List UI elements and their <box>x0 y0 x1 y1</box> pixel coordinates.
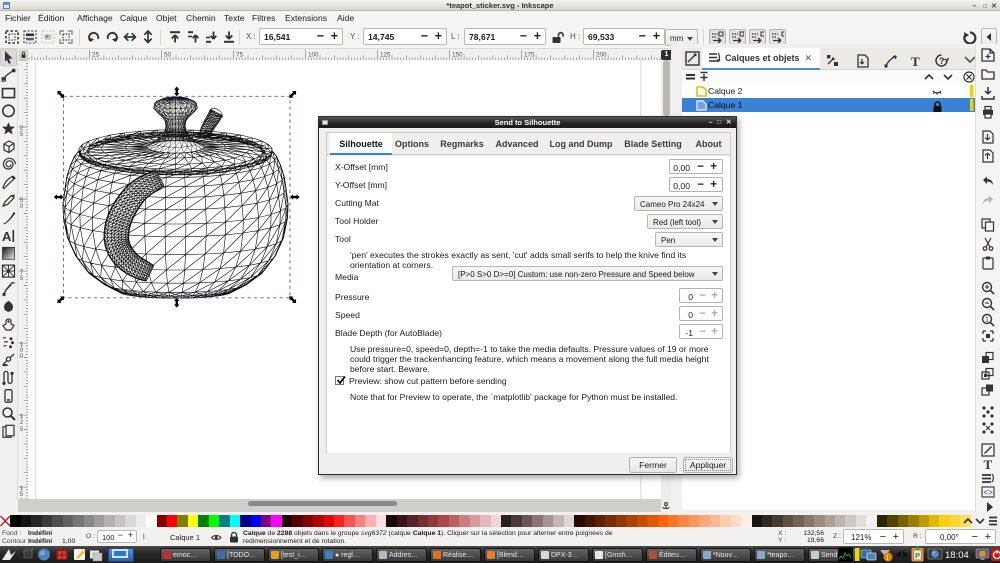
svg-text:5: 5 <box>20 491 24 498</box>
svg-text:T: T <box>911 54 920 69</box>
svg-text:175: 175 <box>524 52 535 59</box>
svg-text:2: 2 <box>20 419 24 426</box>
svg-text:18:04: 18:04 <box>945 550 969 561</box>
svg-text:0: 0 <box>20 353 24 360</box>
svg-text:P: P <box>915 551 920 560</box>
svg-text:?: ? <box>939 56 945 66</box>
svg-text:50: 50 <box>164 52 172 59</box>
svg-text:150: 150 <box>452 52 463 59</box>
svg-text:200: 200 <box>596 52 607 59</box>
svg-text:5: 5 <box>20 275 24 282</box>
svg-text:75: 75 <box>236 52 244 59</box>
svg-text:100: 100 <box>308 52 319 59</box>
svg-text:25: 25 <box>92 52 100 59</box>
svg-text:T: T <box>984 457 993 472</box>
svg-text:1: 1 <box>985 317 989 324</box>
svg-text:125: 125 <box>380 52 391 59</box>
svg-text:5: 5 <box>20 131 24 138</box>
svg-text:<>: <> <box>984 488 994 497</box>
svg-text:0: 0 <box>20 203 24 210</box>
svg-text:!: ! <box>886 553 889 562</box>
svg-text:5: 5 <box>20 426 24 433</box>
